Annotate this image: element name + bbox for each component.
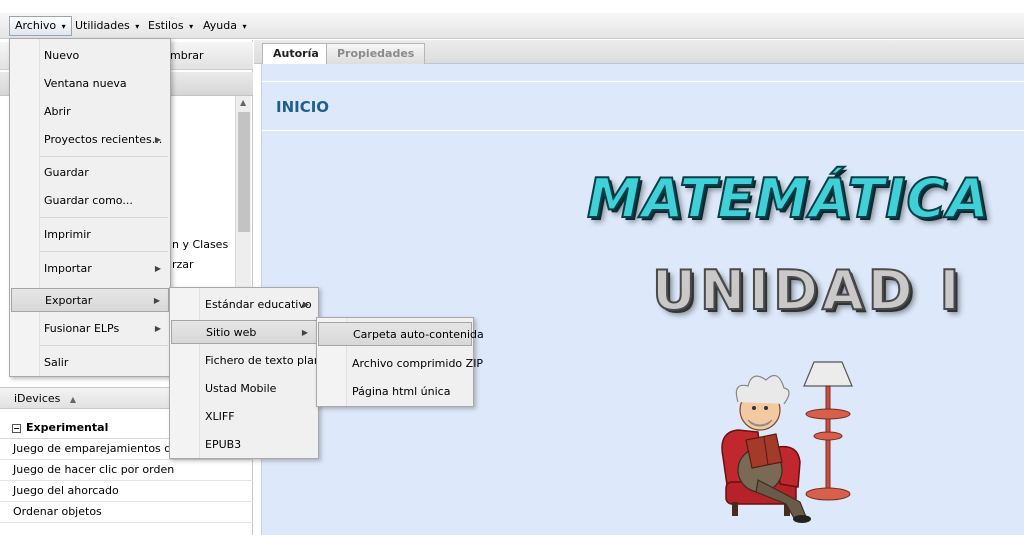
tab-propiedades[interactable]: Propiedades — [326, 43, 426, 64]
menu-item-abrir[interactable]: Abrir — [11, 100, 169, 124]
menu-utilidades[interactable]: Utilidades ▾ — [70, 16, 144, 36]
chevron-down-icon: ▾ — [135, 22, 140, 31]
chevron-down-icon: ▾ — [61, 22, 66, 31]
menu-item-label: Imprimir — [44, 228, 91, 241]
archivo-menu: Nuevo Ventana nueva Abrir Proyectos reci… — [9, 38, 171, 377]
menu-item-label: XLIFF — [205, 410, 235, 423]
menu-item-label: Fichero de texto plano — [205, 354, 328, 367]
menu-item-texto-plano[interactable]: Fichero de texto plano — [171, 349, 328, 373]
menu-item-label: Proyectos recientes... — [44, 133, 163, 146]
submenu-arrow-icon: ▶ — [302, 300, 309, 309]
menu-separator — [40, 217, 168, 218]
menu-separator — [40, 251, 168, 252]
menu-item-label: Estándar educativo — [205, 298, 312, 311]
menu-item-label: Guardar como... — [44, 194, 133, 207]
sort-arrow-icon: ▲ — [69, 395, 77, 404]
menu-archivo-label: Archivo — [15, 19, 57, 32]
menu-separator — [40, 345, 168, 346]
scroll-up-icon[interactable]: ▲ — [240, 98, 246, 107]
menu-item-archivo-zip[interactable]: Archivo comprimido ZIP — [318, 352, 483, 376]
menu-item-pagina-html-unica[interactable]: Página html única — [318, 380, 472, 404]
title-image-matematica: MATEMÁTICA — [586, 166, 990, 231]
menu-item-label: EPUB3 — [205, 438, 242, 451]
collapse-icon[interactable]: − — [12, 424, 21, 433]
menu-item-fusionar-elps[interactable]: Fusionar ELPs ▶ — [11, 317, 169, 341]
menu-item-imprimir[interactable]: Imprimir — [11, 223, 169, 247]
tab-bar: Autoría Propiedades — [254, 40, 1024, 64]
menu-item-salir[interactable]: Salir — [11, 351, 169, 375]
authoring-content: INICIO MATEMÁTICA UNIDAD I — [261, 64, 1024, 535]
menu-item-carpeta-auto-contenida[interactable]: Carpeta auto-contenida — [318, 322, 484, 346]
menu-estilos-label: Estilos — [148, 19, 184, 32]
rename-button[interactable]: mbrar — [170, 49, 203, 62]
menu-item-label: Archivo comprimido ZIP — [352, 357, 484, 370]
menu-item-label: Salir — [44, 356, 69, 369]
menu-item-sitio-web[interactable]: Sitio web ▶ — [171, 320, 317, 344]
submenu-arrow-icon: ▶ — [154, 264, 161, 273]
menu-item-guardar[interactable]: Guardar — [11, 161, 169, 185]
menu-item-label: Ustad Mobile — [205, 382, 277, 395]
idevice-item[interactable]: Juego del ahorcado — [0, 481, 253, 502]
title-image-unidad: UNIDAD I — [651, 258, 964, 323]
menu-item-nuevo[interactable]: Nuevo — [11, 44, 169, 68]
sitio-web-submenu: Carpeta auto-contenida Archivo comprimid… — [316, 317, 484, 407]
menu-item-label: Fusionar ELPs — [44, 322, 120, 335]
chevron-down-icon: ▾ — [242, 22, 247, 31]
divider — [262, 81, 1024, 82]
menu-item-epub3[interactable]: EPUB3 — [171, 433, 317, 457]
menu-item-importar[interactable]: Importar ▶ — [11, 257, 169, 281]
menu-item-ventana-nueva[interactable]: Ventana nueva — [11, 72, 169, 96]
menu-bar: Archivo ▾ Utilidades ▾ Estilos ▾ Ayuda ▾ — [0, 13, 1024, 39]
submenu-arrow-icon: ▶ — [301, 328, 308, 337]
menu-item-estandar-educativo[interactable]: Estándar educativo ▶ — [171, 293, 317, 317]
idevice-item[interactable]: Ordenar objetos — [0, 502, 253, 523]
menu-ayuda[interactable]: Ayuda ▾ — [198, 16, 252, 36]
idevice-item[interactable]: Juego de hacer clic por orden — [0, 460, 253, 481]
menu-separator — [40, 156, 168, 157]
menu-archivo[interactable]: Archivo ▾ — [9, 16, 72, 36]
menu-item-label: Importar — [44, 262, 92, 275]
menu-item-label: Página html única — [352, 385, 451, 398]
submenu-arrow-icon: ▶ — [153, 296, 160, 305]
menu-item-label: Exportar — [45, 294, 93, 307]
page-title: INICIO — [276, 98, 330, 116]
top-strip — [0, 0, 1024, 13]
scrollbar-thumb[interactable] — [238, 112, 250, 232]
menu-utilidades-label: Utilidades — [75, 19, 130, 32]
idevices-label: iDevices — [14, 392, 61, 405]
menu-item-label: Sitio web — [206, 326, 257, 339]
tree-node[interactable]: rzar — [172, 258, 194, 271]
menu-item-label: Ventana nueva — [44, 77, 127, 90]
menu-item-label: Carpeta auto-contenida — [353, 328, 484, 341]
reading-scientist-image — [718, 352, 868, 535]
menu-item-label: Guardar — [44, 166, 89, 179]
menu-item-proyectos-recientes[interactable]: Proyectos recientes... ▶ — [11, 128, 169, 152]
menu-item-label: Abrir — [44, 105, 71, 118]
chevron-down-icon: ▾ — [189, 22, 194, 31]
menu-item-guardar-como[interactable]: Guardar como... — [11, 189, 169, 213]
submenu-arrow-icon: ▶ — [154, 324, 161, 333]
menu-ayuda-label: Ayuda — [203, 19, 237, 32]
menu-estilos[interactable]: Estilos ▾ — [143, 16, 198, 36]
divider — [262, 130, 1024, 131]
menu-item-ustad-mobile[interactable]: Ustad Mobile — [171, 377, 317, 401]
tree-node[interactable]: n y Clases — [172, 238, 228, 251]
tab-autoria[interactable]: Autoría — [262, 43, 330, 64]
menu-item-label: Nuevo — [44, 49, 80, 62]
submenu-arrow-icon: ▶ — [154, 135, 161, 144]
menu-item-xliff[interactable]: XLIFF — [171, 405, 317, 429]
category-label: Experimental — [26, 421, 109, 434]
exportar-submenu: Estándar educativo ▶ Sitio web ▶ Fichero d… — [169, 287, 328, 459]
menu-item-exportar[interactable]: Exportar ▶ — [11, 288, 169, 312]
